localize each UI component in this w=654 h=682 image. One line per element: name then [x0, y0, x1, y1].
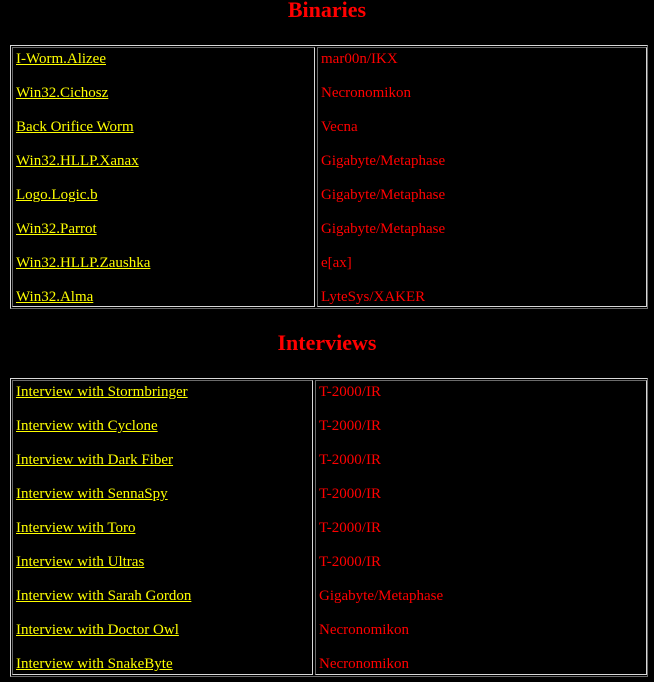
binary-author: Necronomikon	[321, 85, 411, 101]
interview-author: T-2000/IR	[319, 520, 381, 536]
interview-author: T-2000/IR	[319, 486, 381, 502]
binary-link-zaushka[interactable]: Win32.HLLP.Zaushka	[16, 254, 150, 272]
binary-author: e[ax]	[321, 255, 352, 271]
interview-author: Necronomikon	[319, 622, 409, 638]
interview-author: Necronomikon	[319, 656, 409, 672]
binary-link-xanax[interactable]: Win32.HLLP.Xanax	[16, 152, 139, 170]
interviews-table: Interview with Stormbringer Interview wi…	[10, 378, 648, 677]
interview-author: T-2000/IR	[319, 452, 381, 468]
interview-link-toro[interactable]: Interview with Toro	[16, 519, 135, 537]
interview-link-stormbringer[interactable]: Interview with Stormbringer	[16, 383, 188, 401]
binaries-author-column: mar00n/IKX Necronomikon Vecna Gigabyte/M…	[317, 47, 647, 307]
interview-link-sennaspy[interactable]: Interview with SennaSpy	[16, 485, 168, 503]
interviews-author-column: T-2000/IR T-2000/IR T-2000/IR T-2000/IR …	[315, 380, 647, 675]
binary-author: Vecna	[321, 119, 358, 135]
interview-link-cyclone[interactable]: Interview with Cyclone	[16, 417, 158, 435]
binary-author: mar00n/IKX	[321, 51, 398, 67]
interview-link-dark-fiber[interactable]: Interview with Dark Fiber	[16, 451, 173, 469]
interview-author: T-2000/IR	[319, 554, 381, 570]
interview-link-ultras[interactable]: Interview with Ultras	[16, 553, 144, 571]
binary-link-cichosz[interactable]: Win32.Cichosz	[16, 84, 108, 102]
interviews-name-column: Interview with Stormbringer Interview wi…	[12, 380, 313, 675]
interview-link-snakebyte[interactable]: Interview with SnakeByte	[16, 655, 173, 673]
binary-link-back-orifice[interactable]: Back Orifice Worm	[16, 118, 134, 136]
binary-author: Gigabyte/Metaphase	[321, 221, 446, 237]
interview-link-doctor-owl[interactable]: Interview with Doctor Owl	[16, 621, 179, 639]
binaries-table: I-Worm.Alizee Win32.Cichosz Back Orifice…	[10, 45, 648, 309]
binaries-heading: Binaries	[287, 0, 367, 22]
binary-author: Gigabyte/Metaphase	[321, 187, 446, 203]
interviews-heading: Interviews	[277, 330, 377, 355]
interview-link-sarah-gordon[interactable]: Interview with Sarah Gordon	[16, 587, 191, 605]
binary-link-parrot[interactable]: Win32.Parrot	[16, 220, 97, 238]
binary-author: LyteSys/XAKER	[321, 289, 426, 305]
interview-author: T-2000/IR	[319, 418, 381, 434]
binaries-name-column: I-Worm.Alizee Win32.Cichosz Back Orifice…	[12, 47, 315, 307]
binary-link-alma[interactable]: Win32.Alma	[16, 288, 93, 306]
interview-author: Gigabyte/Metaphase	[319, 588, 444, 604]
binary-link-logo-logic[interactable]: Logo.Logic.b	[16, 186, 98, 204]
binary-link-alizee[interactable]: I-Worm.Alizee	[16, 50, 106, 68]
interview-author: T-2000/IR	[319, 384, 381, 400]
binary-author: Gigabyte/Metaphase	[321, 153, 446, 169]
